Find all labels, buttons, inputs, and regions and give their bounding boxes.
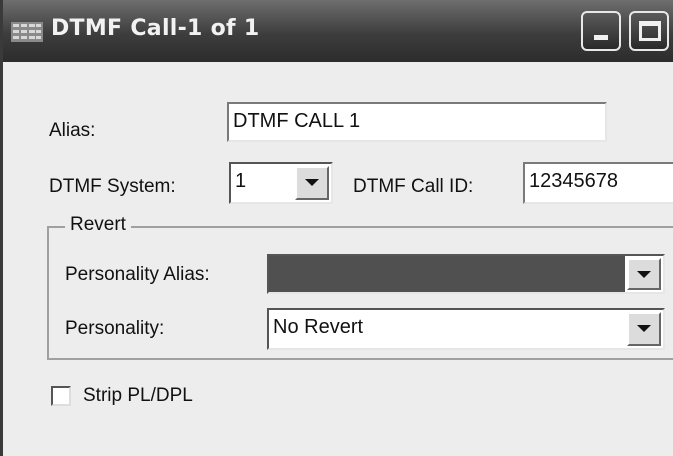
personality-dropdown-button[interactable] (627, 312, 661, 346)
personality-alias-select[interactable] (267, 254, 665, 294)
strip-pl-dpl-checkbox[interactable] (51, 386, 71, 406)
maximize-button[interactable] (629, 11, 669, 51)
personality-alias-dropdown-button[interactable] (627, 258, 661, 290)
alias-input[interactable]: DTMF CALL 1 (227, 102, 607, 142)
dtmf-system-select[interactable]: 1 (229, 162, 333, 204)
dtmf-system-value: 1 (235, 170, 247, 192)
personality-value: No Revert (273, 316, 364, 338)
minimize-button[interactable] (581, 11, 621, 51)
personality-alias-label: Personality Alias: (65, 264, 210, 285)
dtmf-call-id-label: DTMF Call ID: (353, 176, 474, 197)
window-title: DTMF Call-1 of 1 (51, 16, 260, 41)
title-bar[interactable]: DTMF Call-1 of 1 (3, 0, 673, 62)
chevron-down-icon (637, 325, 651, 332)
personality-alias-value (269, 256, 625, 292)
dtmf-system-label: DTMF System: (49, 176, 176, 197)
strip-pl-dpl-label[interactable]: Strip PL/DPL (83, 385, 193, 407)
chevron-down-icon (305, 179, 319, 186)
dtmf-call-window: DTMF Call-1 of 1 Alias: DTMF CALL 1 DTMF… (0, 0, 673, 456)
dtmf-call-id-input[interactable]: 12345678 (523, 162, 673, 204)
minimize-icon (594, 35, 608, 40)
personality-label: Personality: (65, 318, 165, 339)
revert-group-label: Revert (65, 214, 131, 236)
grid-app-icon (11, 22, 43, 42)
alias-label: Alias: (49, 120, 96, 141)
chevron-down-icon (637, 271, 651, 278)
maximize-icon (639, 21, 661, 41)
personality-select[interactable]: No Revert (267, 308, 665, 350)
dtmf-system-dropdown-button[interactable] (295, 166, 329, 200)
